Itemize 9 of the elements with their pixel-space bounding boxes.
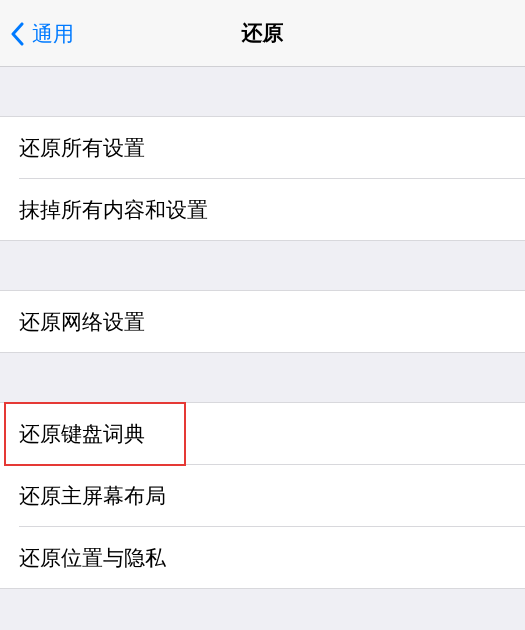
chevron-left-icon bbox=[10, 22, 24, 46]
settings-row[interactable]: 抹掉所有内容和设置 bbox=[0, 179, 525, 240]
settings-row[interactable]: 还原主屏幕布局 bbox=[0, 465, 525, 526]
screen-title: 还原 bbox=[242, 20, 284, 47]
settings-row[interactable]: 还原网络设置 bbox=[0, 291, 525, 352]
settings-row[interactable]: 还原位置与隐私 bbox=[0, 527, 525, 588]
settings-row[interactable]: 还原键盘词典 bbox=[0, 403, 525, 464]
back-button[interactable]: 通用 bbox=[10, 20, 74, 48]
settings-row[interactable]: 还原所有设置 bbox=[0, 117, 525, 178]
